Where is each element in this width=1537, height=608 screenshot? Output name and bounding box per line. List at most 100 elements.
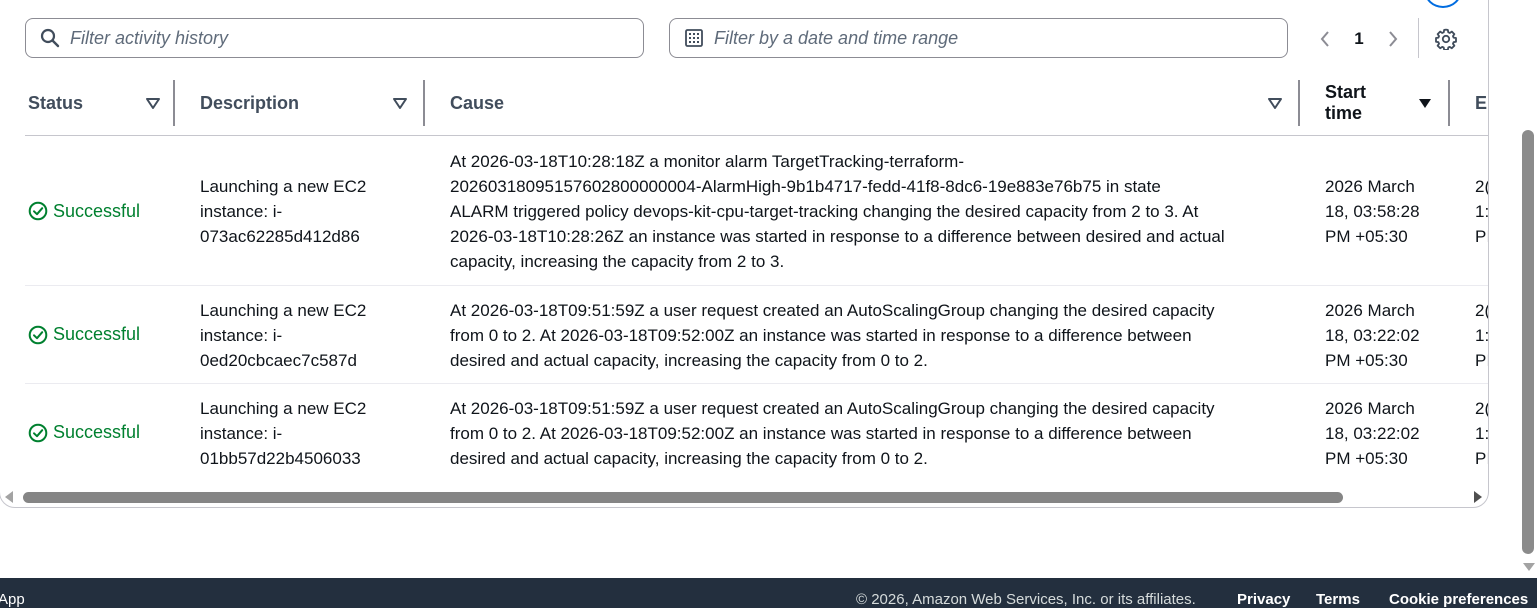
end-time-cell-line: PI [1475,449,1488,468]
table-row[interactable]: Successful Launching a new EC2 instance: i… [25,384,1488,482]
footer-cookie-preferences-link[interactable]: Cookie preferences [1389,591,1528,608]
table-row[interactable]: Successful Launching a new EC2 instance: i… [25,286,1488,384]
search-icon [40,28,60,48]
column-start-time-label: Start time [1325,82,1367,123]
footer-terms-link[interactable]: Terms [1316,591,1360,608]
start-time-cell-line: PM +05:30 [1325,449,1408,468]
vertical-scrollbar[interactable] [1521,0,1537,578]
description-cell-line: 073ac62285d412d86 [200,227,360,246]
sort-icon[interactable] [145,95,161,111]
description-cell-line: instance: i- [200,326,283,345]
cause-cell-line: At 2026-03-18T09:51:59Z a user request c… [450,301,1215,320]
column-resizer[interactable] [423,80,425,126]
status-success-icon [28,201,48,221]
cause-cell-line: from 0 to 2. At 2026-03-18T09:52:00Z an … [450,424,1192,443]
cause-cell-line: from 0 to 2. At 2026-03-18T09:52:00Z an … [450,326,1192,345]
description-cell: Launching a new EC2 instance: i- 073ac6228… [200,174,415,249]
start-time-cell-line: 2026 March [1325,399,1415,418]
column-status-label: Status [28,92,84,113]
cause-cell-line: ALARM triggered policy devops-kit-cpu-ta… [450,202,1199,221]
column-description[interactable]: Description [200,80,422,126]
start-time-cell-line: 2026 March [1325,301,1415,320]
chevron-right-icon [1389,31,1398,47]
end-time-cell-line: 2( [1475,177,1488,196]
column-end-time[interactable]: Er [1475,80,1488,126]
end-time-cell: 2( 1: PI [1475,396,1488,471]
start-time-cell: 2026 March 18, 03:22:02 PM +05:30 [1325,396,1445,471]
footer-privacy-link[interactable]: Privacy [1237,591,1290,608]
activity-filter-placeholder: Filter activity history [70,27,229,48]
end-time-cell-line: 2( [1475,301,1488,320]
date-range-filter[interactable]: Filter by a date and time range [669,18,1288,58]
end-time-cell-line: PI [1475,351,1488,370]
column-cause-label: Cause [450,92,505,113]
current-page-number[interactable]: 1 [1340,29,1378,49]
column-cause[interactable]: Cause [450,80,1300,126]
next-page-button[interactable] [1378,24,1408,54]
column-end-time-label: Er [1475,92,1488,113]
cause-cell-line: capacity, increasing the capacity from 2… [450,252,785,271]
start-time-cell-line: 18, 03:58:28 [1325,202,1420,221]
end-time-cell: 2( 1: PI [1475,298,1488,373]
table-header: Status Description Cause Start time Er [25,80,1488,136]
sort-icon[interactable] [1267,95,1283,111]
horizontal-scroll-thumb[interactable] [23,492,1343,503]
status-success-icon [28,325,48,344]
cause-cell: At 2026-03-18T09:51:59Z a user request c… [450,298,1295,373]
end-time-cell-line: 2( [1475,399,1488,418]
sort-icon[interactable] [392,95,408,111]
scroll-right-icon[interactable] [1474,491,1482,503]
date-filter-placeholder: Filter by a date and time range [714,27,959,48]
start-time-cell: 2026 March 18, 03:58:28 PM +05:30 [1325,174,1445,249]
previous-page-button[interactable] [1310,24,1340,54]
scroll-down-icon[interactable] [1523,563,1535,571]
vertical-scroll-thumb[interactable] [1522,130,1534,554]
column-start-time[interactable]: Start time [1325,80,1449,126]
sort-descending-icon[interactable] [1417,95,1433,111]
column-resizer[interactable] [173,80,175,126]
column-resizer[interactable] [1448,80,1450,126]
end-time-cell-line: 1: [1475,326,1488,345]
description-cell: Launching a new EC2 instance: i- 01bb57d22… [200,396,415,471]
horizontal-scrollbar[interactable] [0,488,1488,508]
end-time-cell: 2(1: PI [1475,174,1488,249]
pager-divider [1418,18,1419,58]
description-cell-line: instance: i- [200,202,283,221]
start-time-cell: 2026 March 18, 03:22:02 PM +05:30 [1325,298,1445,373]
status-text: Successful [53,200,141,221]
scroll-left-icon[interactable] [5,491,13,503]
description-cell-line: Launching a new EC2 [200,301,367,320]
column-status[interactable]: Status [28,80,173,126]
description-cell-line: 01bb57d22b4506033 [200,449,361,468]
footer-app-link[interactable]: App [0,591,25,608]
status-badge: Successful [28,199,140,224]
calendar-icon [684,28,704,48]
status-badge: Successful [28,420,140,445]
column-resizer[interactable] [1298,80,1300,126]
activity-filter-input[interactable]: Filter activity history [25,18,644,58]
end-time-cell-line: PI [1475,227,1488,246]
footer-copyright: © 2026, Amazon Web Services, Inc. or its… [856,591,1196,608]
start-time-cell-line: PM +05:30 [1325,227,1408,246]
cause-cell-line: At 2026-03-18T09:51:59Z a user request c… [450,399,1215,418]
cause-cell-line: 2026-03-18T10:28:26Z an instance was sta… [450,227,1225,246]
gear-icon[interactable] [1433,26,1459,52]
footer: App © 2026, Amazon Web Services, Inc. or… [0,578,1537,608]
cause-cell: At 2026-03-18T10:28:18Z a monitor alarm … [450,149,1295,274]
pagination: 1 [1310,24,1408,54]
start-time-cell-line: PM +05:30 [1325,351,1408,370]
description-cell-line: Launching a new EC2 [200,177,367,196]
status-text: Successful [53,422,141,442]
start-time-cell-line: 18, 03:22:02 [1325,326,1420,345]
chevron-left-icon [1320,31,1329,47]
status-badge: Successful [28,322,140,347]
start-time-cell-line: 18, 03:22:02 [1325,424,1420,443]
cause-cell-line: desired and actual capacity, increasing … [450,351,928,370]
table-row[interactable]: Successful Launching a new EC2 instance: i… [25,137,1488,286]
description-cell-line: 0ed20cbcaec7c587d [200,351,357,370]
status-success-icon [28,423,48,442]
description-cell: Launching a new EC2 instance: i- 0ed20cbca… [200,298,415,373]
end-time-cell-line: 1: [1475,424,1488,443]
cause-cell-line: desired and actual capacity, increasing … [450,449,928,468]
description-cell-line: instance: i- [200,424,283,443]
